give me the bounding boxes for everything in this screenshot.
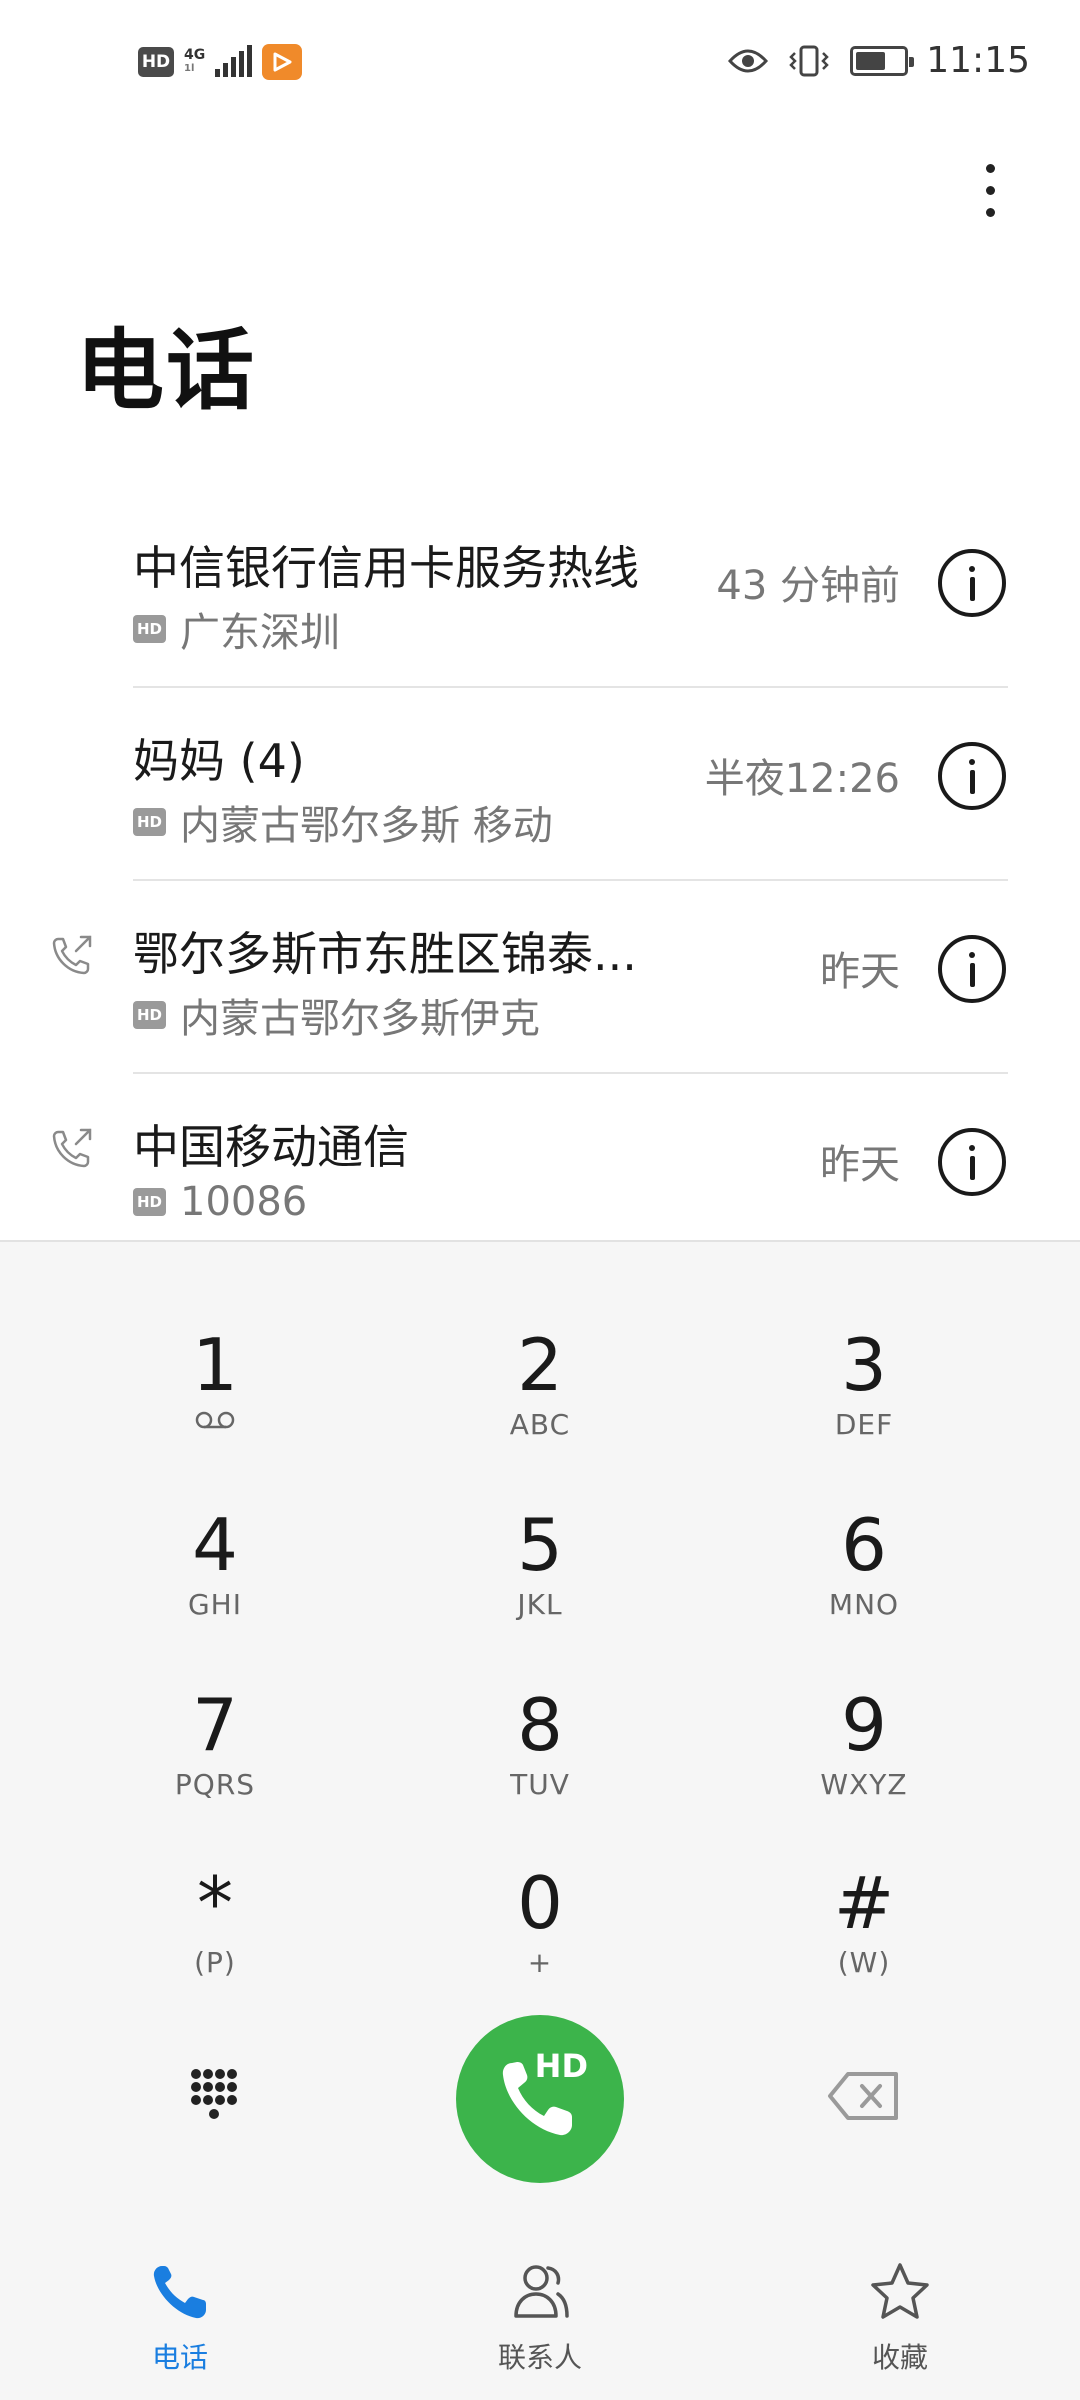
network-sub-label: 1l (184, 63, 195, 74)
call-log-item[interactable]: 中国移动通信 HD 10086 昨天 (0, 1074, 1080, 1267)
key-digit: * (197, 1861, 233, 1945)
key-digit: 1 (192, 1323, 238, 1407)
network-type-indicator: 4G 1l (184, 48, 205, 76)
tab-label: 联系人 (497, 2341, 582, 2374)
outgoing-call-icon (52, 1128, 92, 1168)
info-icon[interactable] (938, 742, 1006, 810)
call-hd-label: HD (534, 2047, 588, 2085)
tab-contacts[interactable]: 联系人 (450, 2256, 630, 2376)
call-button[interactable]: HD (456, 2015, 624, 2183)
call-log-list: 中信银行信用卡服务热线 HD 广东深圳 43 分钟前 妈妈 (4) HD 内蒙古… (0, 495, 1080, 1267)
tab-label: 电话 (151, 2341, 208, 2374)
vibrate-icon (789, 45, 830, 76)
call-log-item[interactable]: 鄂尔多斯市东胜区锦泰... HD 内蒙古鄂尔多斯伊克 昨天 (0, 881, 1080, 1074)
star-icon (864, 2256, 936, 2328)
key-digit: # (833, 1861, 895, 1945)
contacts-icon (504, 2256, 576, 2328)
call-log-location: 内蒙古鄂尔多斯 移动 (180, 803, 553, 849)
call-log-number: 10086 (180, 1179, 308, 1225)
status-left: HD 4G 1l (138, 44, 303, 80)
dialpad-toggle-icon[interactable] (180, 2062, 252, 2134)
call-log-name: 妈妈 (4) (133, 734, 305, 788)
call-log-name: 鄂尔多斯市东胜区锦泰... (133, 927, 637, 981)
dialpad-key-3[interactable]: 3 DEF (754, 1322, 974, 1462)
dialpad-key-0[interactable]: 0 + (430, 1860, 650, 2000)
info-icon[interactable] (938, 935, 1006, 1003)
dialpad-key-4[interactable]: 4 GHI (105, 1502, 325, 1642)
call-log-time: 43 分钟前 (716, 563, 900, 609)
key-letters: MNO (828, 1588, 900, 1621)
call-log-subline: HD 内蒙古鄂尔多斯 移动 (133, 793, 553, 851)
more-options-icon[interactable] (960, 150, 1020, 230)
key-letters: JKL (517, 1588, 563, 1621)
dialpad-key-star[interactable]: * (P) (105, 1860, 325, 2000)
battery-icon (850, 45, 915, 76)
key-digit: 2 (517, 1323, 563, 1407)
call-log-name: 中信银行信用卡服务热线 (133, 541, 639, 595)
dialpad-key-8[interactable]: 8 TUV (430, 1682, 650, 1822)
status-time: 11:15 (926, 40, 1030, 81)
info-icon[interactable] (938, 1128, 1006, 1196)
key-digit: 5 (517, 1503, 563, 1587)
dialpad-key-hash[interactable]: # (W) (754, 1860, 974, 2000)
dialpad: 1 2 ABC 3 DEF 4 GHI 5 JKL 6 MNO 7 PQRS 8… (0, 1240, 1080, 2242)
status-bar: HD 4G 1l 11:15 (0, 0, 1080, 130)
video-app-notification-icon (262, 44, 303, 80)
call-log-item[interactable]: 中信银行信用卡服务热线 HD 广东深圳 43 分钟前 (0, 495, 1080, 688)
outgoing-call-icon (52, 935, 92, 975)
key-digit: 7 (192, 1683, 238, 1767)
key-letters: PQRS (174, 1768, 256, 1801)
hd-call-icon: HD (133, 808, 166, 836)
dialpad-key-9[interactable]: 9 WXYZ (754, 1682, 974, 1822)
call-log-subline: HD 广东深圳 (133, 600, 340, 658)
call-log-item[interactable]: 妈妈 (4) HD 内蒙古鄂尔多斯 移动 半夜12:26 (0, 688, 1080, 881)
key-digit: 3 (841, 1323, 887, 1407)
phone-icon (144, 2256, 216, 2328)
key-letters: (W) (837, 1946, 891, 1979)
status-right: 11:15 (728, 40, 1030, 81)
key-letters: ABC (509, 1408, 571, 1441)
signal-strength-icon (215, 45, 253, 77)
key-digit: 0 (517, 1861, 563, 1945)
call-log-time: 昨天 (820, 949, 900, 995)
tab-favorites[interactable]: 收藏 (810, 2256, 990, 2376)
key-letters: (P) (194, 1946, 236, 1979)
backspace-icon[interactable] (826, 2068, 902, 2124)
key-digit: 4 (192, 1503, 238, 1587)
dialpad-key-2[interactable]: 2 ABC (430, 1322, 650, 1462)
key-digit: 6 (841, 1503, 887, 1587)
call-log-name: 中国移动通信 (133, 1120, 409, 1174)
eye-comfort-icon (728, 49, 769, 72)
info-icon[interactable] (938, 549, 1006, 617)
bottom-navigation: 电话 联系人 收藏 (0, 2242, 1080, 2400)
hd-call-icon: HD (133, 615, 166, 643)
tab-phone[interactable]: 电话 (90, 2256, 270, 2376)
hd-voice-icon: HD (138, 47, 174, 77)
page-title: 电话 (76, 319, 257, 422)
call-log-time: 昨天 (820, 1142, 900, 1188)
call-log-location: 广东深圳 (180, 610, 340, 656)
call-log-location: 内蒙古鄂尔多斯伊克 (180, 996, 540, 1042)
network-type-label: 4G (184, 47, 206, 63)
dialpad-key-1[interactable]: 1 (105, 1322, 325, 1462)
hd-call-icon: HD (133, 1001, 166, 1029)
voicemail-icon (195, 1411, 235, 1429)
key-letters: + (527, 1946, 553, 1979)
key-letters: GHI (187, 1588, 242, 1621)
dialpad-key-7[interactable]: 7 PQRS (105, 1682, 325, 1822)
dialpad-key-6[interactable]: 6 MNO (754, 1502, 974, 1642)
call-log-subline: HD 10086 (133, 1179, 307, 1225)
key-letters: WXYZ (820, 1768, 908, 1801)
key-letters: TUV (510, 1768, 570, 1801)
key-letters: DEF (834, 1408, 894, 1441)
call-log-time: 半夜12:26 (704, 756, 900, 802)
tab-label: 收藏 (871, 2341, 928, 2374)
call-log-subline: HD 内蒙古鄂尔多斯伊克 (133, 986, 540, 1044)
hd-call-icon: HD (133, 1188, 166, 1216)
dialpad-key-5[interactable]: 5 JKL (430, 1502, 650, 1642)
key-digit: 9 (841, 1683, 887, 1767)
key-digit: 8 (517, 1683, 563, 1767)
